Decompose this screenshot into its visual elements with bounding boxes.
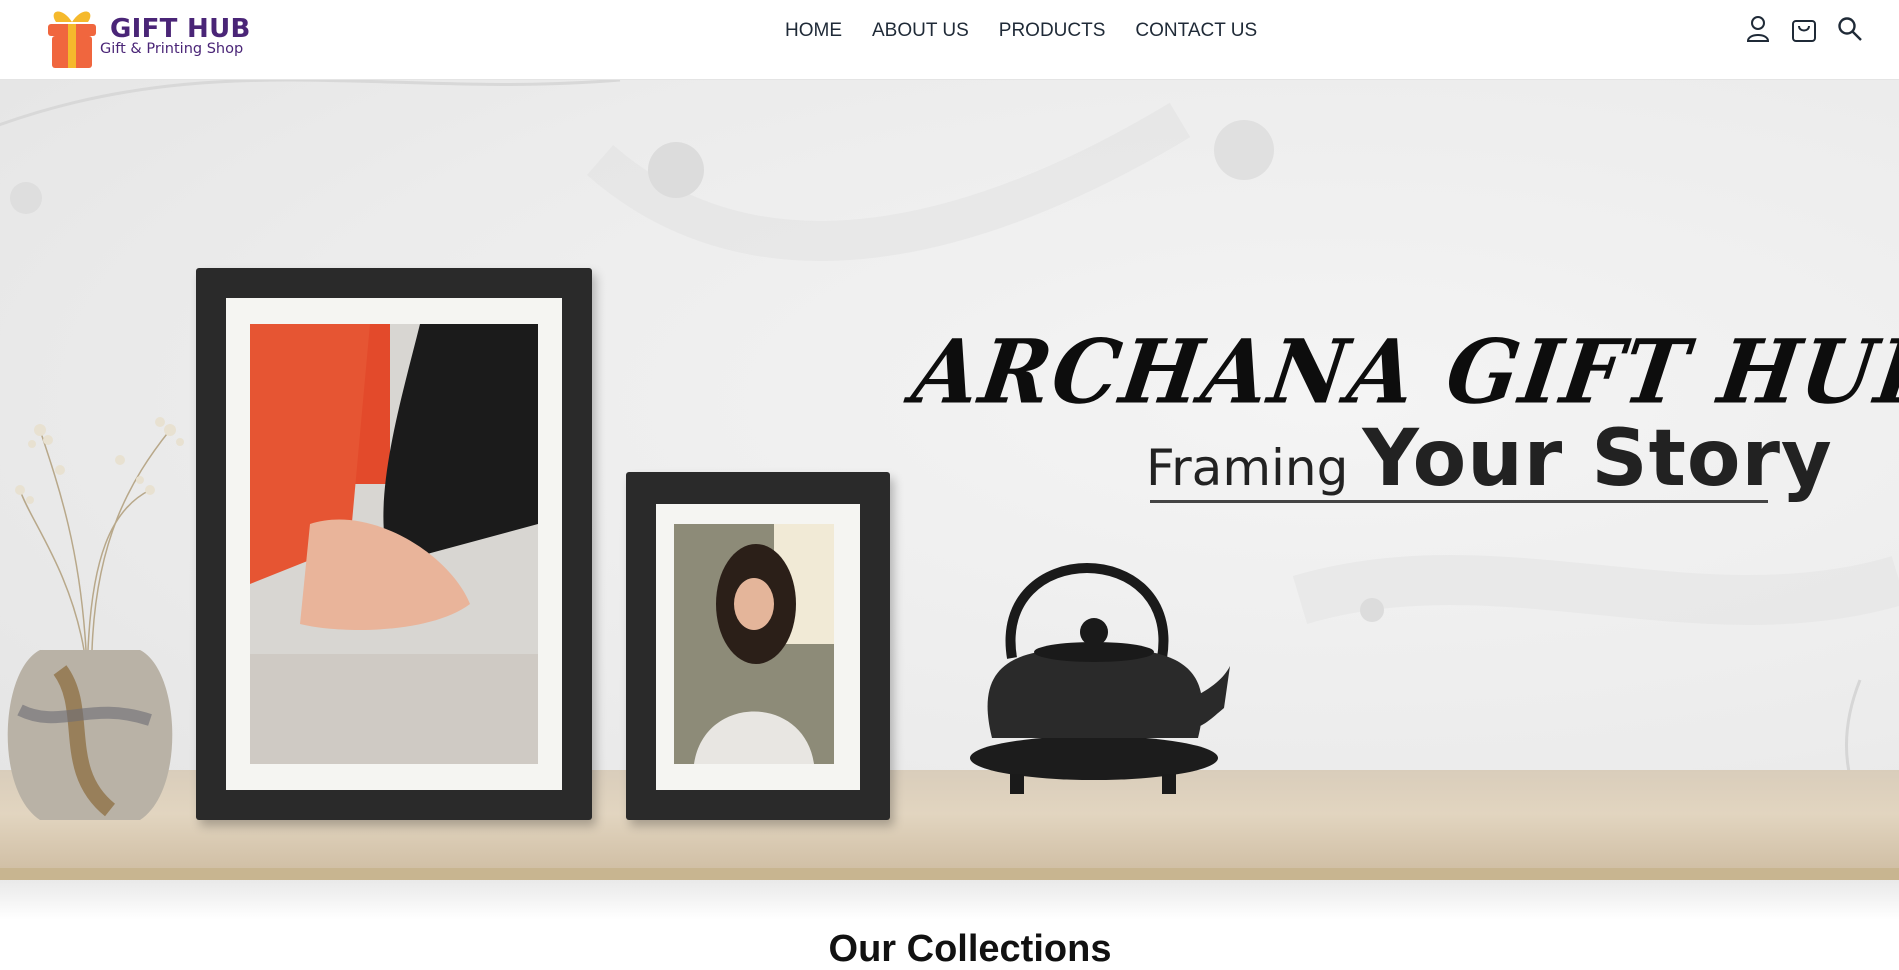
hero-title: ARCHANA GIFT HUB (906, 319, 1899, 424)
brand-name: GIFT HUB (110, 14, 251, 44)
logo-link[interactable]: GIFT HUB Gift & Printing Shop (40, 4, 260, 70)
hero-subtitle: Framing Your Story (1146, 414, 1833, 504)
shelf-edge (0, 868, 1899, 880)
nav-home[interactable]: HOME (785, 20, 842, 42)
collections-title: Our Collections (828, 928, 1112, 970)
site-header: GIFT HUB Gift & Printing Shop HOME ABOUT… (0, 0, 1899, 80)
hero-banner: ARCHANA GIFT HUB Framing Your Story (0, 80, 1899, 880)
nav-contact-us[interactable]: CONTACT US (1135, 20, 1257, 42)
hero-subtitle-big: Your Story (1362, 414, 1833, 504)
holding-hands-photo (250, 324, 538, 764)
shopping-bag-icon[interactable] (1791, 14, 1817, 44)
flower-vase-image (7, 417, 184, 820)
nav-about-us[interactable]: ABOUT US (872, 20, 969, 42)
small-photo-frame (626, 472, 890, 820)
large-photo-frame (196, 268, 592, 820)
cast-iron-teapot-image (970, 563, 1230, 794)
hero-underline (1150, 500, 1768, 503)
nav-products[interactable]: PRODUCTS (999, 20, 1106, 42)
hero-shadow (0, 880, 1899, 920)
gift-box-logo-icon (48, 11, 96, 68)
header-actions (1745, 14, 1863, 44)
smiling-woman-photo (674, 524, 834, 764)
brand-tagline: Gift & Printing Shop (100, 41, 244, 57)
hero-subtitle-small: Framing (1146, 439, 1349, 497)
search-icon[interactable] (1837, 14, 1863, 44)
user-icon[interactable] (1745, 14, 1771, 44)
main-nav: HOME ABOUT US PRODUCTS CONTACT US (785, 0, 1257, 62)
